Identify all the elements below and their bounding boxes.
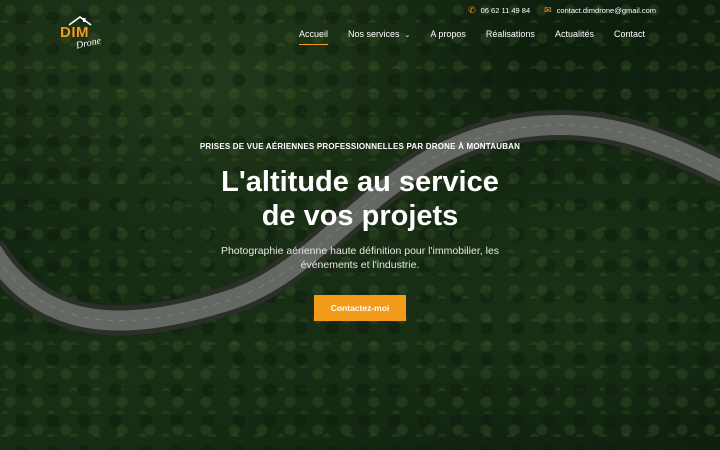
phone-icon: ✆ bbox=[468, 5, 476, 15]
nav-item-accueil[interactable]: Accueil bbox=[298, 29, 328, 45]
hero-content: PRISES DE VUE AÉRIENNES PROFESSIONNELLES… bbox=[0, 142, 720, 321]
phone-number: 06 62 11 49 84 bbox=[480, 6, 531, 15]
hero-headline: L'altitude au service de vos projets bbox=[0, 165, 720, 233]
nav-label: Contact bbox=[613, 29, 645, 39]
hero-subtitle: Photographie aérienne haute définition p… bbox=[220, 245, 500, 271]
headline-line-2: de vos projets bbox=[261, 200, 459, 232]
contact-button[interactable]: Contactez-moi bbox=[313, 295, 407, 321]
headline-line-1: L'altitude au service bbox=[221, 166, 499, 198]
chevron-down-icon: ⌄ bbox=[404, 32, 411, 39]
envelope-icon: ✉ bbox=[544, 5, 552, 15]
email-address: contact.dimdrone@gmail.com bbox=[556, 6, 656, 15]
hero-eyebrow: PRISES DE VUE AÉRIENNES PROFESSIONNELLES… bbox=[199, 142, 521, 151]
phone-contact[interactable]: ✆ 06 62 11 49 84 bbox=[468, 5, 531, 16]
nav-item-nos-services[interactable]: Nos services ⌄ bbox=[348, 29, 410, 39]
nav-item-a-propos[interactable]: A propos bbox=[430, 29, 466, 39]
nav-label: Accueil bbox=[298, 29, 328, 39]
nav-label: A propos bbox=[430, 29, 466, 39]
nav-label: Actualités bbox=[554, 29, 594, 39]
main-nav: Accueil Nos services ⌄ A propos Réalisati… bbox=[298, 29, 645, 45]
site-logo[interactable]: DIM Drone bbox=[58, 14, 102, 51]
nav-label: Nos services bbox=[347, 29, 400, 39]
nav-label: Réalisations bbox=[485, 29, 535, 39]
nav-item-realisations[interactable]: Réalisations bbox=[486, 29, 535, 39]
contact-topbar: ✆ 06 62 11 49 84 ✉ contact.dimdrone@gmai… bbox=[468, 5, 656, 16]
hero-section: DIM Drone ✆ 06 62 11 49 84 ✉ contact.dim… bbox=[0, 0, 720, 450]
nav-item-contact[interactable]: Contact bbox=[614, 29, 645, 39]
nav-item-actualites[interactable]: Actualités bbox=[555, 29, 594, 39]
email-contact[interactable]: ✉ contact.dimdrone@gmail.com bbox=[544, 5, 656, 16]
